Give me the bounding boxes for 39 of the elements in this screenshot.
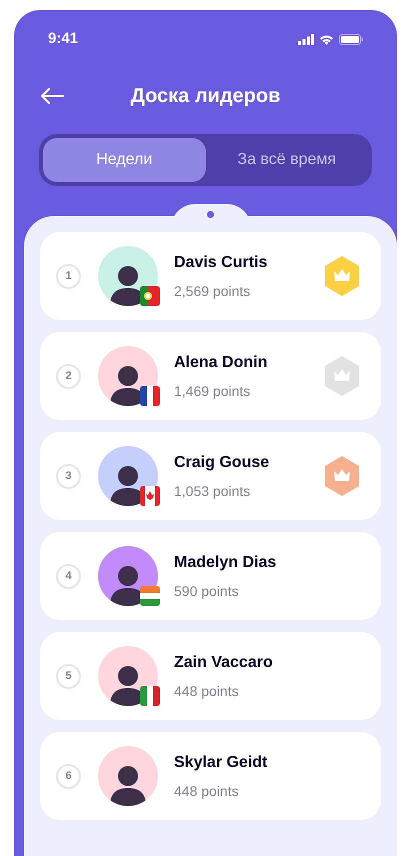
leader-card[interactable]: 6 Skylar Geidt 448 points	[40, 732, 381, 820]
player-name: Skylar Geidt	[174, 752, 268, 772]
player-points: 1,053 points	[174, 482, 252, 501]
back-arrow-icon	[40, 88, 64, 104]
flag-icon	[140, 686, 160, 706]
rank-number: 3	[56, 464, 81, 488]
rank-number: 2	[56, 364, 81, 388]
leader-card[interactable]: 4 Madelyn Dias 590 points	[40, 532, 381, 620]
crown-badge-icon	[323, 355, 361, 397]
flag-icon	[140, 286, 160, 306]
flag-icon	[140, 486, 160, 506]
leader-card[interactable]: 1 Davis Curtis 2,569 points	[40, 232, 381, 320]
crown-badge-icon	[323, 455, 361, 497]
rank-number: 4	[56, 564, 81, 588]
flag-icon	[140, 386, 160, 406]
signal-icon	[298, 34, 314, 44]
leader-card[interactable]: 3 Craig Gouse 1,053 points	[40, 432, 381, 520]
player-points: 2,569 points	[174, 282, 252, 301]
crown-badge-icon	[323, 255, 361, 297]
wifi-icon	[319, 34, 334, 44]
player-points: 590 points	[174, 582, 240, 601]
status-time: 9:41	[48, 28, 78, 49]
player-points: 448 points	[174, 782, 240, 801]
player-name: Davis Curtis	[174, 252, 268, 272]
leader-card[interactable]: 2 Alena Donin 1,469 points	[40, 332, 381, 420]
leader-card[interactable]: 5 Zain Vaccaro 448 points	[40, 632, 381, 720]
page-title: Доска лидеров	[130, 84, 282, 109]
flag-icon	[140, 586, 160, 606]
player-name: Zain Vaccaro	[174, 652, 274, 672]
period-tab[interactable]: За всё время	[206, 138, 368, 182]
rank-number: 5	[56, 664, 81, 688]
battery-icon	[339, 34, 363, 44]
player-points: 448 points	[174, 682, 240, 701]
player-name: Madelyn Dias	[174, 552, 278, 572]
player-points: 1,469 points	[174, 382, 252, 401]
player-name: Alena Donin	[174, 352, 268, 372]
player-name: Craig Gouse	[174, 452, 270, 472]
rank-number: 1	[56, 264, 81, 288]
rank-number: 6	[56, 764, 81, 788]
